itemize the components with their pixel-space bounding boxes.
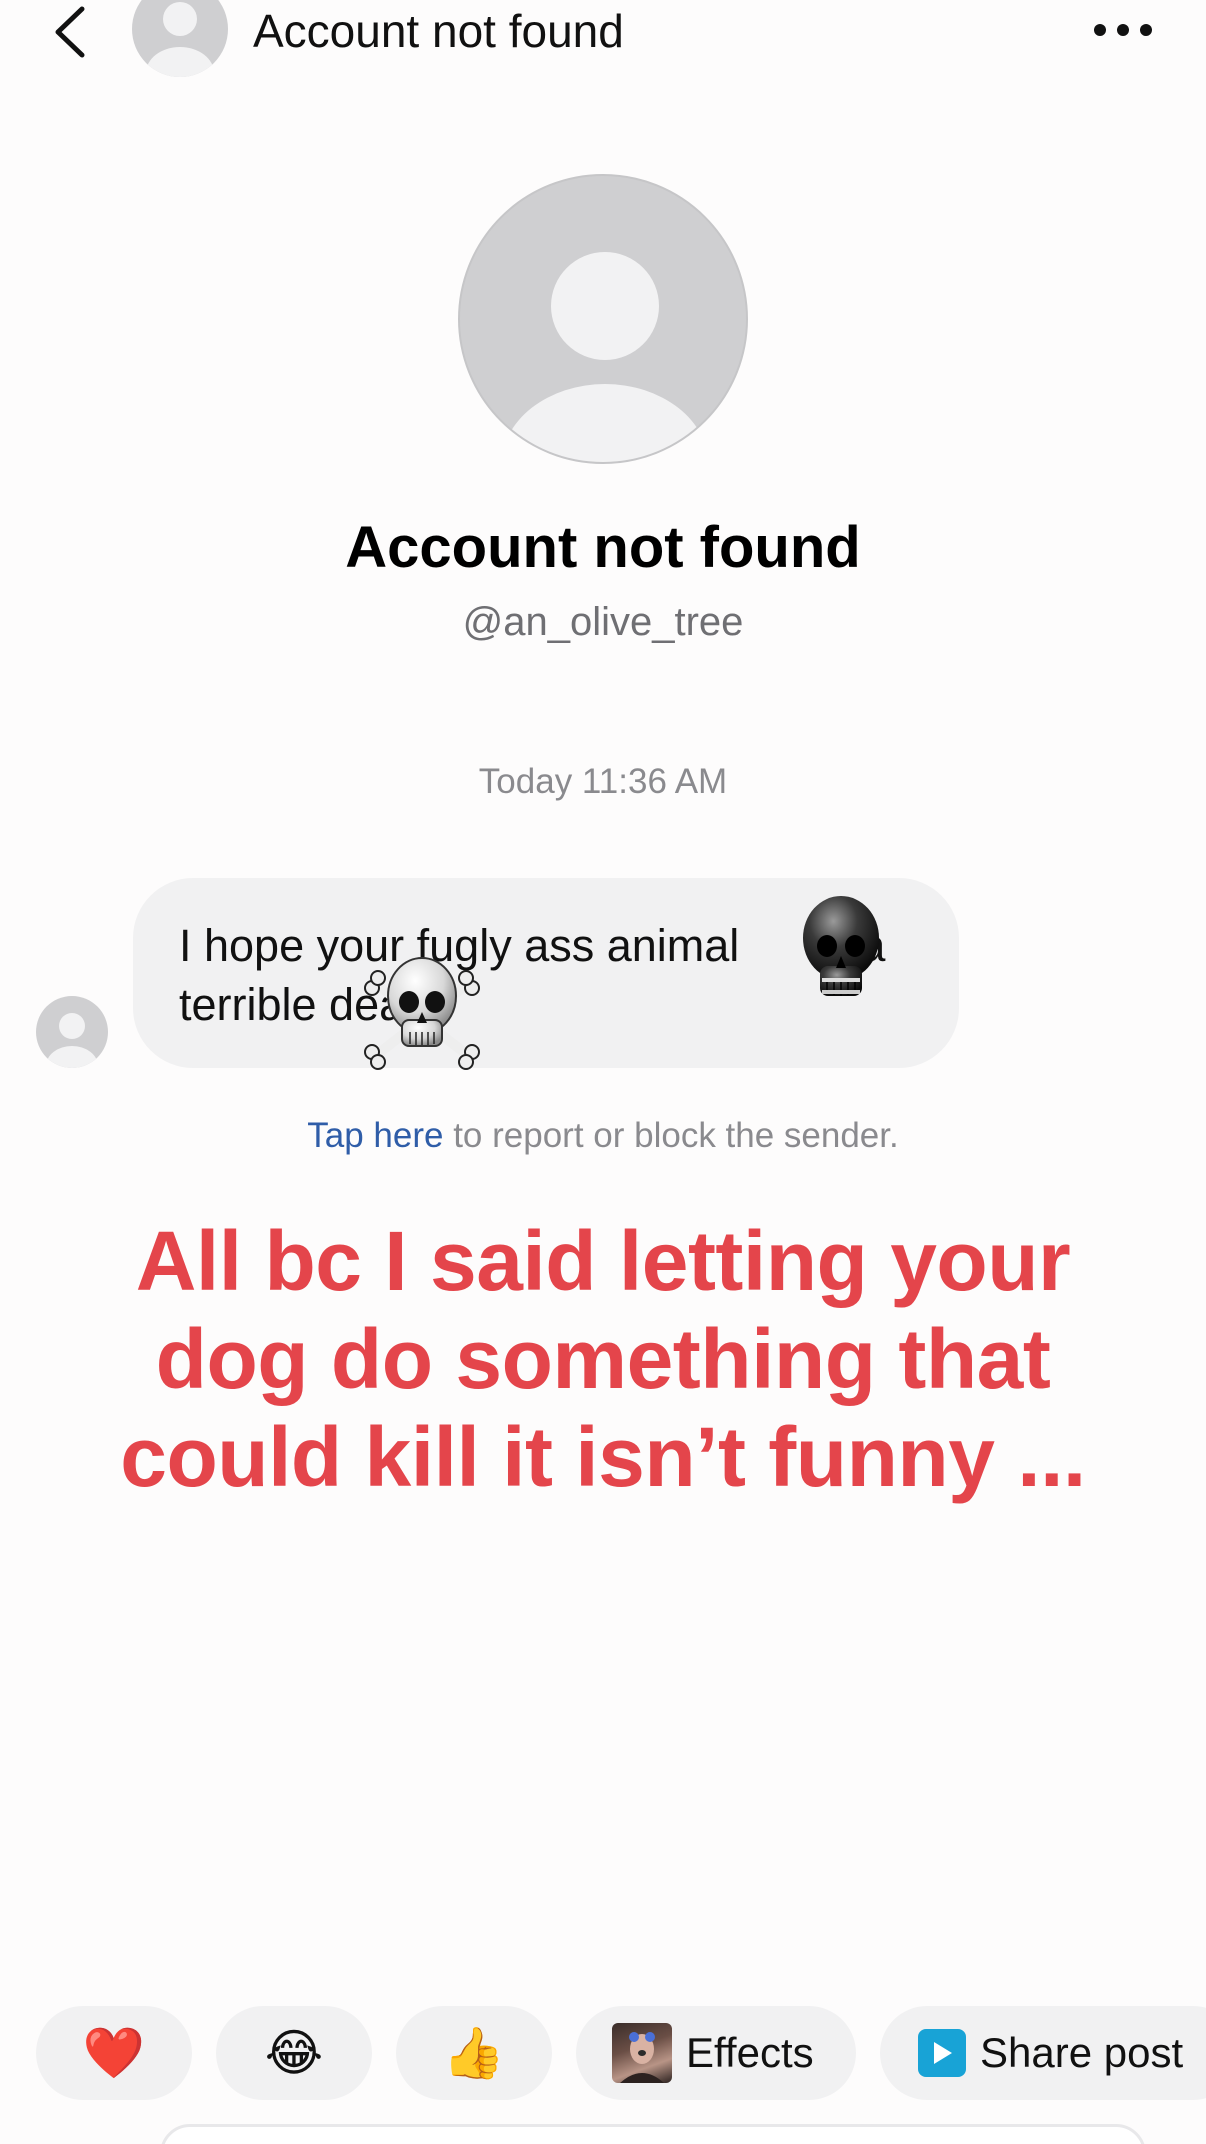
skull-emoji-icon: [803, 896, 879, 996]
share-post-label: Share post: [980, 2029, 1184, 2076]
top-bar: Account not found: [0, 0, 1206, 80]
heart-icon: ❤️: [82, 2025, 146, 2081]
report-link[interactable]: Tap here: [307, 1116, 443, 1155]
profile-handle[interactable]: @an_olive_tree: [0, 600, 1206, 645]
default-avatar-icon: [146, 2, 214, 77]
thumbs-up-reaction-button[interactable]: 👍: [396, 2006, 552, 2100]
ellipsis-icon: [1094, 24, 1106, 36]
report-text: to report or block the sender.: [443, 1116, 899, 1155]
back-button[interactable]: [44, 2, 94, 62]
report-notice: Tap here to report or block the sender.: [0, 1116, 1206, 1156]
header-title: Account not found: [253, 5, 624, 57]
laugh-reaction-button[interactable]: 😂: [216, 2006, 372, 2100]
effects-button[interactable]: Effects: [576, 2006, 856, 2100]
more-options-button[interactable]: [1088, 8, 1158, 52]
caption-line-3: could kill it isn’t funny ...: [120, 1410, 1086, 1504]
caption-overlay: All bc I said letting your dog do someth…: [90, 1212, 1116, 1506]
header-avatar[interactable]: [132, 0, 228, 77]
sender-avatar[interactable]: [36, 996, 108, 1068]
effects-thumbnail-icon: [612, 2023, 672, 2083]
chevron-left-icon: [55, 6, 85, 58]
caption-line-2: dog do something that: [155, 1312, 1051, 1406]
thumbs-up-icon: 👍: [442, 2025, 506, 2081]
profile-name: Account not found: [345, 515, 861, 580]
message-input[interactable]: [160, 2124, 1146, 2144]
quick-reactions-row: ❤️ 😂 👍 Effects Share post: [0, 2006, 1206, 2100]
skull-crossbones-icon: [364, 957, 480, 1070]
message-timestamp: Today 11:36 AM: [478, 762, 728, 801]
play-square-icon: [918, 2029, 966, 2077]
caption-line-1: All bc I said letting your: [135, 1214, 1071, 1308]
share-post-button[interactable]: Share post: [880, 2006, 1206, 2100]
default-avatar-icon: [46, 1013, 98, 1068]
profile-avatar[interactable]: [458, 174, 748, 464]
effects-label: Effects: [686, 2029, 814, 2076]
default-avatar-icon: [501, 252, 709, 462]
laughing-face-icon: 😂: [264, 2025, 324, 2081]
heart-reaction-button[interactable]: ❤️: [36, 2006, 192, 2100]
